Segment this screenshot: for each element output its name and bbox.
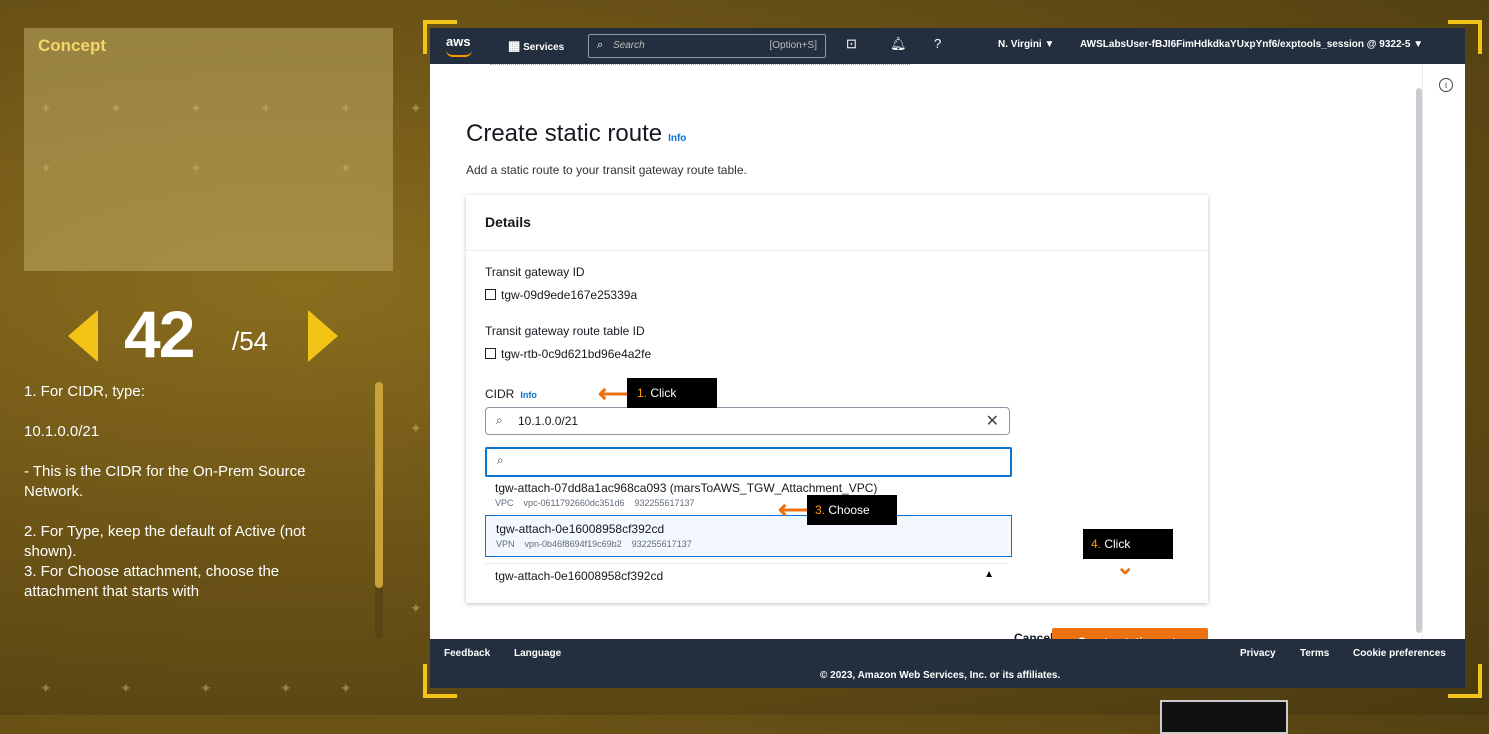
tgw-id-label: Transit gateway ID	[485, 265, 585, 279]
aws-console: aws ▦ Services ⌕ Search [Option+S] ⊡ 🔔︎ …	[430, 28, 1465, 688]
current-page-number: 42	[124, 297, 195, 371]
instruction-line: 3. For Choose attachment, choose the att…	[24, 563, 280, 600]
search-icon: ⌕	[597, 39, 604, 51]
grid-icon: ▦	[508, 38, 521, 53]
rtb-id-label: Transit gateway route table ID	[485, 324, 645, 338]
copyright: © 2023, Amazon Web Services, Inc. or its…	[820, 670, 1061, 681]
page-scrollbar[interactable]	[1416, 88, 1422, 633]
cookie-preferences-link[interactable]: Cookie preferences	[1353, 648, 1446, 659]
terms-link[interactable]: Terms	[1300, 648, 1329, 659]
account-menu[interactable]: AWSLabsUser-fBJI6FimHdkdkaYUxpYnf6/expto…	[1080, 39, 1423, 50]
caret-up-icon: ▲	[984, 569, 994, 580]
info-link[interactable]: Info	[668, 133, 686, 144]
timer-box	[1160, 700, 1288, 734]
page-navigator: 42 /54	[68, 292, 348, 372]
language-link[interactable]: Language	[514, 648, 561, 659]
instruction-line: 2. For Type, keep the default of Active …	[24, 523, 306, 560]
bell-icon[interactable]: 🔔︎	[890, 36, 907, 52]
details-header: Details	[466, 195, 1208, 251]
instruction-line: - This is the CIDR for the On-Prem Sourc…	[24, 463, 306, 500]
privacy-link[interactable]: Privacy	[1240, 648, 1276, 659]
instructions-text: 1. For CIDR, type: 10.1.0.0/21 - This is…	[24, 382, 354, 642]
cidr-label: CIDR Info	[485, 387, 537, 401]
tgw-id-value: tgw-09d9ede167e25339a	[485, 288, 637, 302]
cloudshell-icon[interactable]: ⊡	[846, 36, 857, 52]
details-title: Details	[485, 214, 531, 230]
next-page-icon[interactable]	[308, 310, 338, 362]
cidr-info-link[interactable]: Info	[520, 390, 537, 400]
services-menu[interactable]: ▦ Services	[508, 38, 564, 54]
aws-logo[interactable]: aws	[446, 34, 472, 57]
instruction-line: 1. For CIDR, type:	[24, 383, 145, 400]
info-icon[interactable]: i	[1439, 78, 1453, 92]
concept-title: Concept	[38, 36, 106, 55]
attachment-filter-input[interactable]: ⌕	[485, 447, 1012, 477]
copy-icon[interactable]	[485, 348, 496, 359]
attachment-option-selected[interactable]: tgw-attach-0e16008958cf392cd VPN vpn-0b4…	[485, 515, 1012, 557]
top-navigation: aws ▦ Services ⌕ Search [Option+S] ⊡ 🔔︎ …	[430, 28, 1465, 64]
callout-step-3: 3. Choose	[807, 495, 897, 525]
rtb-id-value: tgw-rtb-0c9d621bd96e4a2fe	[485, 347, 651, 361]
console-footer: Feedback Language Privacy Terms Cookie p…	[430, 639, 1465, 688]
cidr-input[interactable]: ⌕ 10.1.0.0/21 ✕	[485, 407, 1010, 435]
breadcrumb	[490, 64, 910, 67]
region-selector[interactable]: N. Virgini ▼	[998, 39, 1054, 50]
page-subtitle: Add a static route to your transit gatew…	[466, 163, 747, 177]
clear-icon[interactable]: ✕	[986, 411, 999, 431]
attachment-option[interactable]: tgw-attach-07dd8a1ac968ca093 (marsToAWS_…	[485, 475, 1010, 515]
concept-panel: Concept	[24, 28, 393, 271]
previous-page-icon[interactable]	[68, 310, 98, 362]
main-content: Create static route Info Add a static rou…	[430, 64, 1465, 656]
instructions-scrollbar[interactable]	[375, 382, 383, 638]
search-icon: ⌕	[497, 453, 504, 467]
instruction-line: 10.1.0.0/21	[24, 423, 100, 440]
scroll-thumb[interactable]	[375, 382, 383, 588]
total-pages: /54	[232, 326, 269, 356]
page-title: Create static route Info	[466, 120, 687, 147]
attachment-select[interactable]: tgw-attach-0e16008958cf392cd ▲	[485, 563, 1008, 588]
feedback-link[interactable]: Feedback	[444, 648, 490, 659]
help-panel-rail: i	[1422, 64, 1465, 639]
callout-step-1: 1. Click	[627, 378, 717, 408]
help-icon[interactable]: ?	[934, 36, 941, 51]
copy-icon[interactable]	[485, 289, 496, 300]
search-input[interactable]: ⌕ Search [Option+S]	[588, 34, 826, 58]
arrow-down-icon: ⌄	[1116, 554, 1135, 579]
search-icon: ⌕	[496, 413, 503, 427]
